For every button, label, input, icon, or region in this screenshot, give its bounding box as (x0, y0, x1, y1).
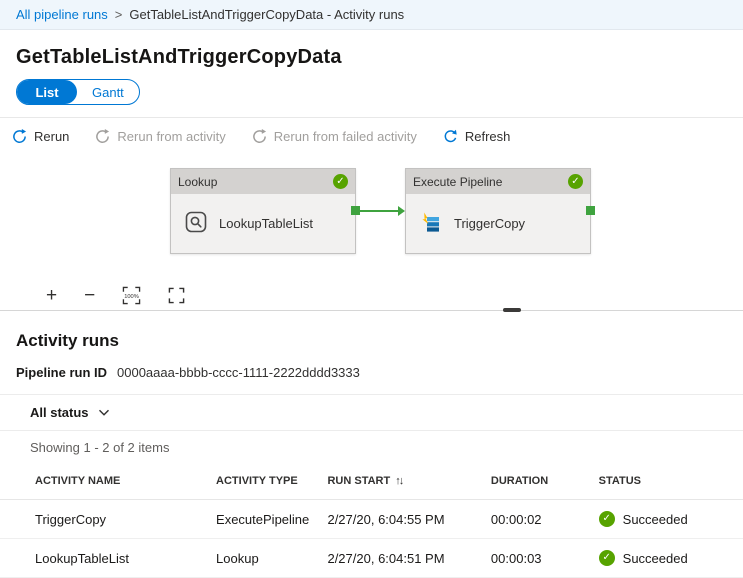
zoom-out-button[interactable]: − (84, 286, 95, 305)
connector-arrow-icon (398, 206, 405, 216)
activity-node-execute-pipeline[interactable]: Execute Pipeline ✓ TriggerCopy (405, 168, 591, 254)
node-name-label: TriggerCopy (454, 216, 525, 231)
pipeline-run-id-value: 0000aaaa-bbbb-cccc-1111-2222dddd3333 (117, 365, 360, 380)
pipeline-run-id-label: Pipeline run ID (16, 365, 107, 380)
activity-runs-section: Activity runs (0, 319, 743, 351)
table-header-row: ACTIVITY NAME ACTIVITY TYPE RUN START↑↓ … (0, 463, 743, 500)
breadcrumb-separator: > (115, 7, 123, 22)
status-filter-dropdown[interactable]: All status (0, 394, 743, 431)
rerun-from-activity-label: Rerun from activity (117, 129, 225, 144)
node-type-label: Execute Pipeline (413, 175, 502, 189)
rerun-from-activity-button[interactable]: Rerun from activity (95, 129, 225, 144)
cell-run-start: 2/27/20, 6:04:51 PM (319, 539, 482, 578)
zoom-fit-button[interactable] (168, 287, 185, 304)
status-badge: ✓ Succeeded (599, 511, 735, 527)
zoom-in-button[interactable]: + (46, 286, 57, 305)
node-type-label: Lookup (178, 175, 217, 189)
lookup-icon (184, 210, 208, 237)
zoom-level-text: 100% (124, 293, 139, 299)
connector-line (360, 210, 398, 212)
view-toggle: List Gantt (16, 79, 140, 105)
cell-duration: 00:00:03 (483, 539, 591, 578)
resize-handle[interactable] (503, 308, 521, 312)
activity-runs-table: ACTIVITY NAME ACTIVITY TYPE RUN START↑↓ … (0, 463, 743, 578)
execute-pipeline-icon (419, 210, 443, 237)
cell-activity-name: TriggerCopy (0, 500, 208, 539)
succeeded-check-icon: ✓ (599, 511, 615, 527)
status-label: Succeeded (623, 512, 688, 527)
rerun-button[interactable]: Rerun (12, 129, 69, 144)
breadcrumb: All pipeline runs > GetTableListAndTrigg… (0, 0, 743, 30)
breadcrumb-link-all-pipeline-runs[interactable]: All pipeline runs (16, 7, 108, 22)
col-header-activity-name: ACTIVITY NAME (0, 463, 208, 500)
succeeded-check-icon: ✓ (599, 550, 615, 566)
toolbar: Rerun Rerun from activity Rerun from fai… (0, 117, 743, 154)
toggle-list-button[interactable]: List (17, 80, 77, 104)
table-row: LookupTableList Lookup 2/27/20, 6:04:51 … (0, 539, 743, 578)
col-header-activity-type: ACTIVITY TYPE (208, 463, 319, 500)
rerun-label: Rerun (34, 129, 69, 144)
rerun-from-activity-icon (95, 129, 110, 144)
title-row: GetTableListAndTriggerCopyData (0, 30, 743, 75)
toggle-gantt-button[interactable]: Gantt (77, 80, 139, 104)
cell-status: ✓ Succeeded (591, 539, 743, 578)
rerun-from-failed-activity-label: Rerun from failed activity (274, 129, 417, 144)
activity-node-lookup[interactable]: Lookup ✓ LookupTableList (170, 168, 356, 254)
node-name-label: LookupTableList (219, 216, 313, 231)
pipeline-canvas[interactable]: Lookup ✓ LookupTableList Execute Pipelin… (0, 154, 743, 280)
output-port[interactable] (586, 206, 595, 215)
refresh-label: Refresh (465, 129, 511, 144)
canvas-zoom-toolbar: + − 100% (0, 280, 743, 310)
col-header-run-start[interactable]: RUN START ↑↓ (319, 463, 482, 500)
pipeline-run-id-row: Pipeline run ID 0000aaaa-bbbb-cccc-1111-… (0, 351, 743, 382)
breadcrumb-current: GetTableListAndTriggerCopyData - Activit… (129, 7, 404, 22)
activity-runs-heading: Activity runs (16, 331, 727, 351)
status-badge: ✓ Succeeded (599, 550, 735, 566)
run-start-label: RUN START (327, 475, 390, 487)
node-header: Execute Pipeline ✓ (406, 169, 590, 194)
node-body: LookupTableList (171, 194, 355, 253)
cell-activity-name: LookupTableList (0, 539, 208, 578)
table-row: TriggerCopy ExecutePipeline 2/27/20, 6:0… (0, 500, 743, 539)
col-header-status: STATUS (591, 463, 743, 500)
view-toggle-row: List Gantt (0, 75, 743, 117)
col-header-duration: DURATION (483, 463, 591, 500)
status-label: Succeeded (623, 551, 688, 566)
cell-duration: 00:00:02 (483, 500, 591, 539)
panel-divider (0, 310, 743, 319)
node-success-check-icon: ✓ (333, 174, 348, 189)
rerun-from-failed-activity-button[interactable]: Rerun from failed activity (252, 129, 417, 144)
cell-activity-type: ExecutePipeline (208, 500, 319, 539)
node-header: Lookup ✓ (171, 169, 355, 194)
zoom-reset-button[interactable]: 100% (122, 286, 141, 305)
sort-icon: ↑↓ (395, 475, 402, 487)
rerun-icon (12, 129, 27, 144)
node-success-check-icon: ✓ (568, 174, 583, 189)
rerun-from-failed-activity-icon (252, 129, 267, 144)
node-body: TriggerCopy (406, 194, 590, 253)
showing-count-text: Showing 1 - 2 of 2 items (0, 431, 743, 463)
refresh-icon (443, 129, 458, 144)
refresh-button[interactable]: Refresh (443, 129, 511, 144)
chevron-down-icon (98, 405, 110, 420)
cell-status: ✓ Succeeded (591, 500, 743, 539)
output-port[interactable] (351, 206, 360, 215)
cell-run-start: 2/27/20, 6:04:55 PM (319, 500, 482, 539)
status-filter-label: All status (30, 405, 89, 420)
page-title: GetTableListAndTriggerCopyData (16, 46, 727, 69)
cell-activity-type: Lookup (208, 539, 319, 578)
